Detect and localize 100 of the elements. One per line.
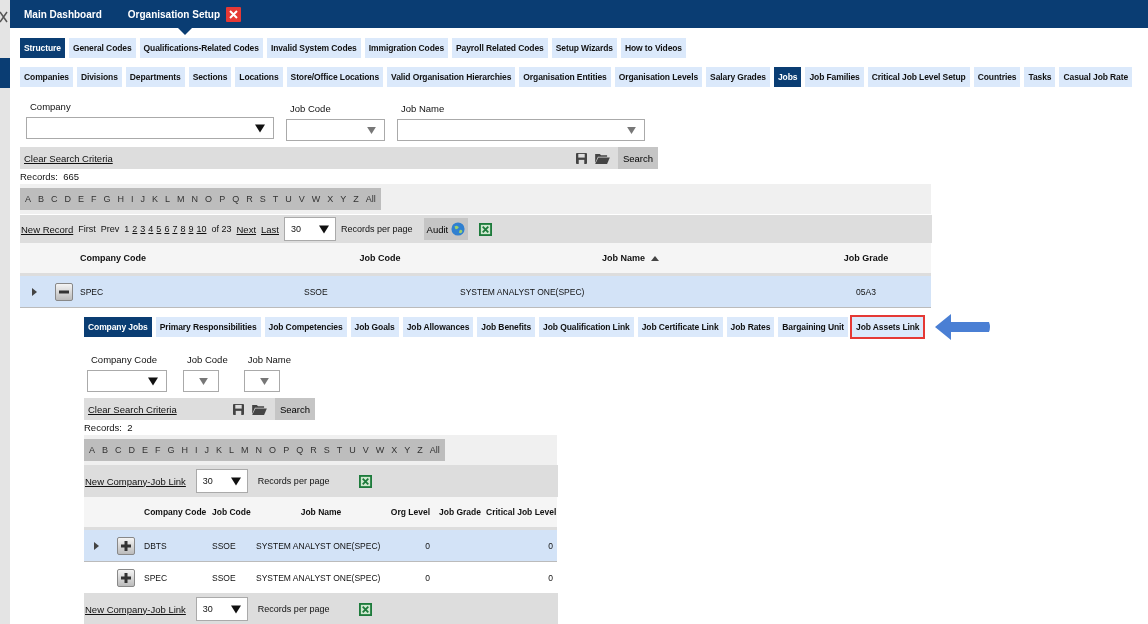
column-header[interactable]: Job Grade xyxy=(434,507,486,517)
detail-tab[interactable]: Job Qualification Link xyxy=(539,317,634,337)
save-icon[interactable] xyxy=(232,403,244,415)
letter-link[interactable]: J xyxy=(140,194,146,204)
sub-tab[interactable]: Job Families xyxy=(805,67,864,87)
clear-search-link[interactable]: Clear Search Criteria xyxy=(88,403,177,415)
new-link[interactable]: New Company-Job Link xyxy=(85,475,186,487)
letter-link[interactable]: Y xyxy=(340,194,347,204)
page-link[interactable]: 6 xyxy=(164,224,170,234)
search-button[interactable]: Search xyxy=(274,398,315,420)
letter-link[interactable]: Q xyxy=(232,194,240,204)
page-link[interactable]: 3 xyxy=(140,224,146,234)
search-button[interactable]: Search xyxy=(617,147,658,169)
column-header[interactable]: Job Code xyxy=(300,253,460,263)
category-tab[interactable]: How to Videos xyxy=(620,38,686,58)
sub-tab[interactable]: Organisation Entities xyxy=(519,67,611,87)
last-link[interactable]: Last xyxy=(261,223,279,235)
audit-button[interactable]: Audit xyxy=(423,218,469,240)
letter-link[interactable]: T xyxy=(336,445,343,455)
letter-link[interactable]: All xyxy=(365,194,376,204)
letter-link[interactable]: L xyxy=(165,194,171,204)
category-tab[interactable]: Structure xyxy=(20,38,65,58)
excel-icon[interactable] xyxy=(359,602,373,616)
dropdown-field[interactable] xyxy=(26,117,274,139)
letter-link[interactable]: K xyxy=(216,445,223,455)
category-tab[interactable]: Setup Wizards xyxy=(551,38,617,58)
page-link[interactable]: 4 xyxy=(148,224,154,234)
page-link[interactable]: 7 xyxy=(172,224,178,234)
letter-link[interactable]: X xyxy=(327,194,334,204)
letter-link[interactable]: U xyxy=(285,194,292,204)
excel-icon[interactable] xyxy=(359,474,373,488)
header-tab[interactable]: Main Dashboard xyxy=(24,0,102,28)
sub-tab[interactable]: Locations xyxy=(235,67,283,87)
letter-link[interactable]: Z xyxy=(353,194,359,204)
detail-tab[interactable]: Job Rates xyxy=(726,317,775,337)
letter-link[interactable]: G xyxy=(167,445,175,455)
page-link[interactable]: 5 xyxy=(156,224,162,234)
category-tab[interactable]: Payroll Related Codes xyxy=(452,38,548,58)
letter-link[interactable]: X xyxy=(391,445,398,455)
dropdown-field[interactable] xyxy=(397,119,645,141)
category-tab[interactable]: General Codes xyxy=(68,38,136,58)
sub-tab[interactable]: Countries xyxy=(973,67,1021,87)
sub-tab[interactable]: Store/Office Locations xyxy=(286,67,384,87)
detail-tab[interactable]: Company Jobs xyxy=(84,317,152,337)
column-header[interactable]: Critical Job Level xyxy=(486,507,561,517)
sub-tab[interactable]: Departments xyxy=(125,67,185,87)
detail-tab[interactable]: Job Competencies xyxy=(264,317,347,337)
letter-link[interactable]: E xyxy=(78,194,85,204)
per-page-dropdown[interactable]: 30 xyxy=(195,597,248,621)
letter-link[interactable]: H xyxy=(181,445,189,455)
letter-link[interactable]: I xyxy=(195,445,198,455)
letter-link[interactable]: Q xyxy=(296,445,304,455)
sub-tab[interactable]: Critical Job Level Setup xyxy=(867,67,970,87)
letter-link[interactable]: F xyxy=(91,194,97,204)
dropdown-field[interactable] xyxy=(243,370,280,392)
column-header[interactable]: Job Grade xyxy=(801,253,931,263)
sub-tab[interactable]: Salary Grades xyxy=(706,67,770,87)
letter-link[interactable]: M xyxy=(241,445,249,455)
letter-link[interactable]: Z xyxy=(417,445,423,455)
column-header[interactable]: Company Code xyxy=(80,253,300,263)
column-header[interactable]: Company Code xyxy=(144,507,212,517)
close-icon[interactable] xyxy=(226,6,242,22)
letter-link[interactable]: P xyxy=(219,194,226,204)
letter-link[interactable]: D xyxy=(128,445,136,455)
sub-tab[interactable]: Casual Job Rate xyxy=(1059,67,1133,87)
new-record-link[interactable]: New Record xyxy=(21,223,74,235)
detail-tab[interactable]: Job Allowances xyxy=(402,317,474,337)
letter-link[interactable]: R xyxy=(246,194,253,204)
letter-link[interactable]: I xyxy=(131,194,134,204)
detail-tab[interactable]: Job Assets Link xyxy=(852,317,924,337)
dropdown-field[interactable] xyxy=(87,370,167,392)
page-link[interactable]: 1 xyxy=(124,224,130,234)
expand-button[interactable] xyxy=(117,536,135,555)
folder-icon[interactable] xyxy=(251,403,267,415)
per-page-dropdown[interactable]: 30 xyxy=(195,469,248,493)
letter-link[interactable]: D xyxy=(64,194,72,204)
letter-link[interactable]: C xyxy=(115,445,122,455)
dropdown-field[interactable] xyxy=(183,370,219,392)
letter-link[interactable]: L xyxy=(229,445,235,455)
letter-link[interactable]: B xyxy=(102,445,109,455)
prev-link[interactable]: Prev xyxy=(100,224,120,234)
letter-link[interactable]: O xyxy=(205,194,213,204)
letter-link[interactable]: O xyxy=(269,445,277,455)
letter-link[interactable]: B xyxy=(38,194,45,204)
excel-icon[interactable] xyxy=(479,222,493,236)
first-link[interactable]: First xyxy=(78,224,96,234)
letter-link[interactable]: A xyxy=(89,445,95,455)
letter-link[interactable]: N xyxy=(255,445,263,455)
column-header[interactable]: Job Name xyxy=(256,507,386,517)
sub-tab[interactable]: Jobs xyxy=(774,67,802,87)
dropdown-field[interactable] xyxy=(286,119,385,141)
column-header[interactable]: Job Code xyxy=(212,507,256,517)
detail-tab[interactable]: Job Goals xyxy=(350,317,399,337)
sub-tab[interactable]: Organisation Levels xyxy=(614,67,703,87)
letter-link[interactable]: V xyxy=(298,194,305,204)
column-header[interactable]: Job Name xyxy=(460,253,801,263)
letter-link[interactable]: C xyxy=(51,194,58,204)
letter-link[interactable]: W xyxy=(375,445,385,455)
detail-tab[interactable]: Job Certificate Link xyxy=(637,317,723,337)
sub-tab[interactable]: Valid Organisation Hierarchies xyxy=(387,67,516,87)
